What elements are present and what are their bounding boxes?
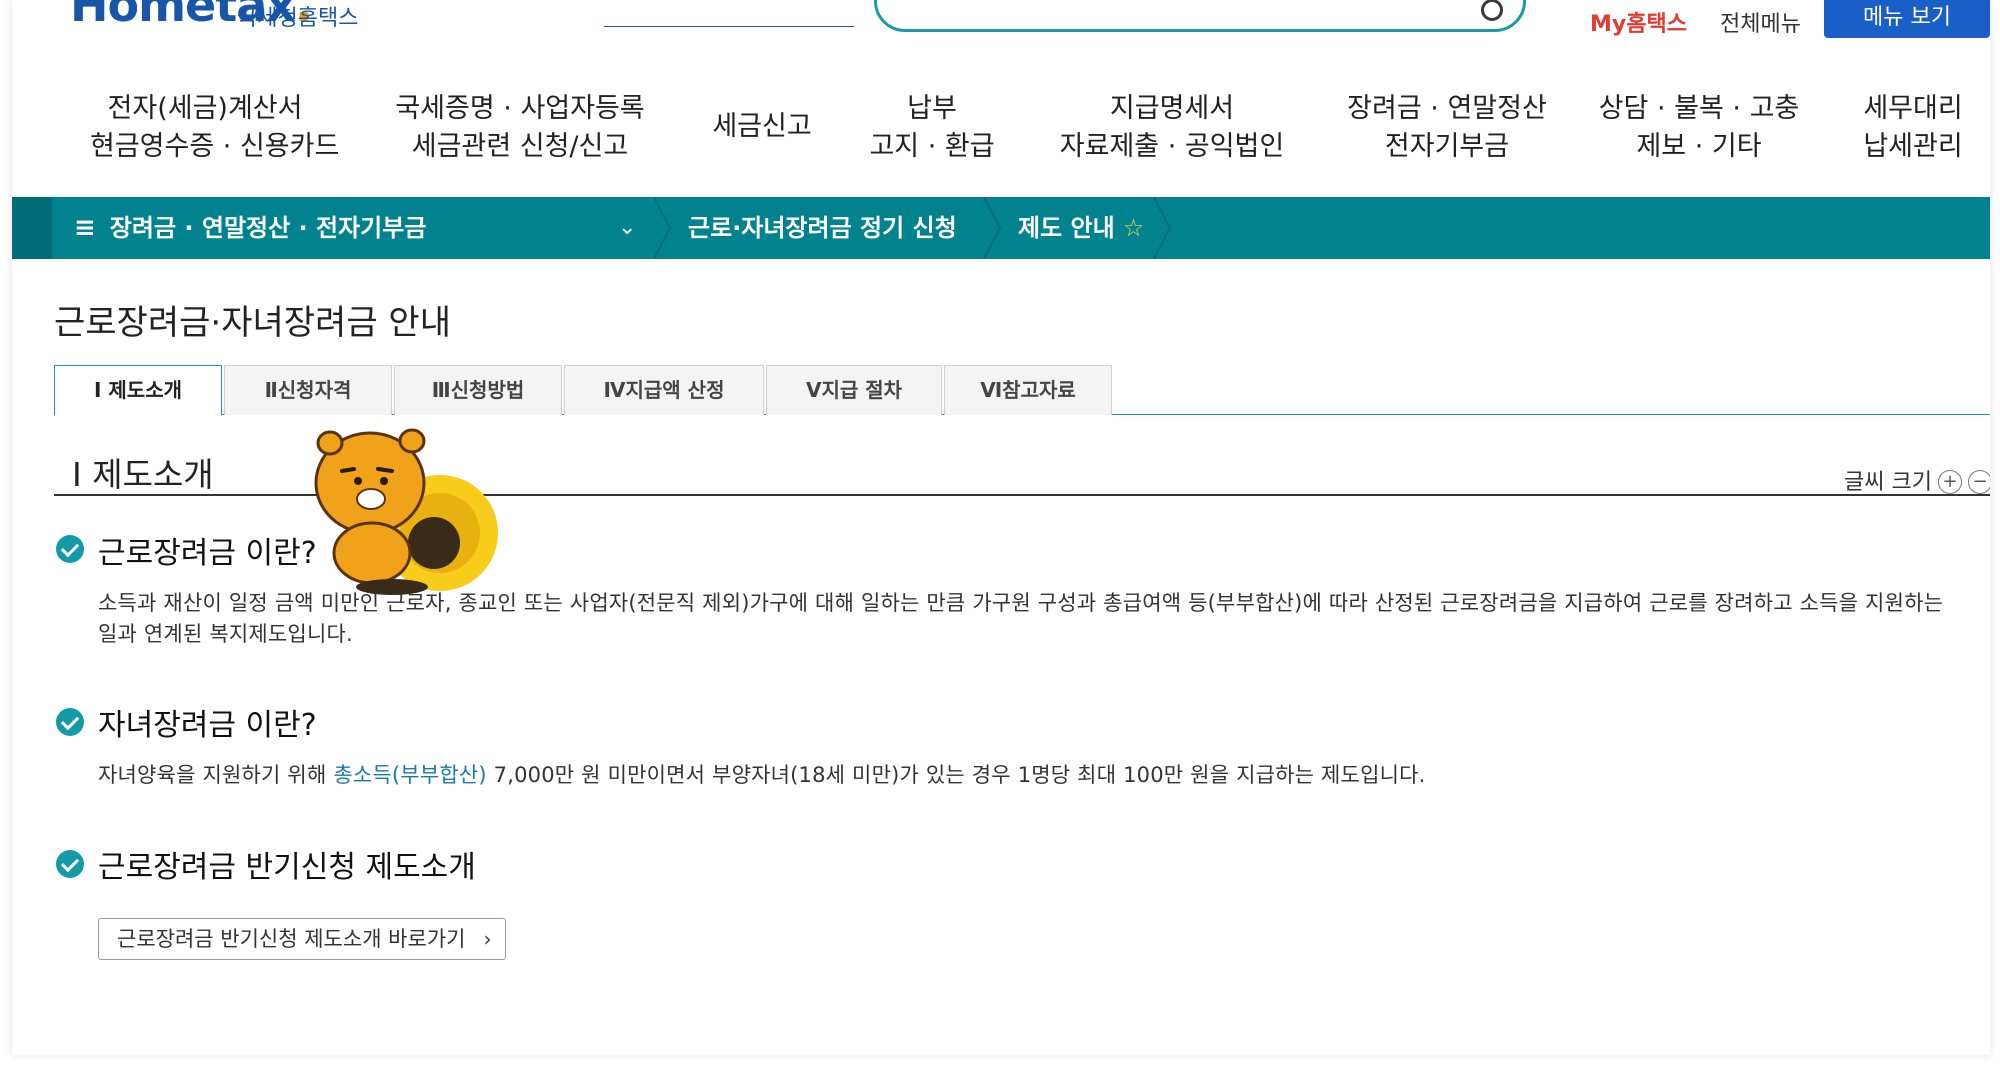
font-size-control: 글씨 크기 + − (1844, 464, 1990, 496)
logo-subtitle: 국세청홈택스 (237, 6, 359, 31)
paragraph-text: 7,000만 원 미만이면서 부양자녀(18세 미만)가 있는 경우 1명당 최… (486, 763, 1426, 787)
gnb-line: 제보 · 기타 (1636, 131, 1762, 162)
main-navigation: 전자(세금)계산서 현금영수증 · 신용카드 국세증명 · 사업자등록 세금관련… (12, 80, 1990, 170)
gnb-line: 고지 · 환급 (869, 131, 995, 162)
button-label: 근로장려금 반기신청 제도소개 바로가기 (117, 927, 466, 951)
gnb-line: 국세증명 · 사업자등록 (395, 93, 645, 124)
gnb-item-payment-statement[interactable]: 지급명세서 자료제출 · 공익법인 (1052, 90, 1292, 166)
location-level3-label: 제도 안내 (1018, 214, 1115, 242)
location-level2[interactable]: 근로·자녀장려금 정기 신청 (688, 197, 957, 259)
section-title: Ⅰ 제도소개 (72, 455, 214, 494)
tab-amount-calculation[interactable]: Ⅳ지급액 산정 (564, 365, 764, 415)
browser-page: Hometax. 국세청홈택스 My홈택스 전체메뉴 메뉴 보기 전자(세금)계… (12, 0, 1990, 1055)
breadcrumb-separator (1152, 196, 1172, 260)
gnb-line: 자료제출 · 공익법인 (1059, 131, 1285, 162)
gnb-line: 전자기부금 (1384, 131, 1510, 162)
check-circle-icon (56, 850, 84, 878)
gnb-line: 현금영수증 · 신용카드 (90, 131, 340, 162)
hamburger-icon: ≡ (74, 213, 96, 243)
chevron-down-icon[interactable]: ⌄ (618, 197, 636, 259)
heading-work-incentive: 근로장려금 이란? (98, 536, 317, 571)
font-size-label: 글씨 크기 (1844, 470, 1932, 495)
tab-references[interactable]: Ⅵ참고자료 (944, 365, 1112, 415)
gnb-line: 납세관리 (1863, 131, 1963, 162)
total-income-link[interactable]: 총소득(부부합산) (333, 763, 486, 787)
tab-application-method[interactable]: Ⅲ신청방법 (394, 365, 562, 415)
gnb-line: 전자(세금)계산서 (107, 93, 303, 124)
favorite-star-icon[interactable]: ☆ (1123, 214, 1145, 242)
search-input[interactable] (874, 0, 1526, 32)
paragraph-text: 자녀양육을 지원하기 위해 (98, 763, 334, 787)
paragraph-child-incentive: 자녀양육을 지원하기 위해 총소득(부부합산) 7,000만 원 미만이면서 부… (98, 760, 1968, 791)
gnb-item-payment[interactable]: 납부 고지 · 환급 (867, 90, 997, 166)
page-title: 근로장려금·자녀장려금 안내 (54, 303, 451, 343)
tab-eligibility[interactable]: Ⅱ신청자격 (224, 365, 392, 415)
lion-head-icon (314, 428, 426, 535)
location-level1-label: 장려금 · 연말정산 · 전자기부금 (109, 214, 427, 242)
gnb-item-tax-agent[interactable]: 세무대리 납세관리 (1848, 90, 1978, 166)
gnb-item-consult[interactable]: 상담 · 불복 · 고충 제보 · 기타 (1594, 90, 1804, 166)
gnb-line: 장려금 · 연말정산 (1347, 93, 1547, 124)
semiannual-intro-button[interactable]: 근로장려금 반기신청 제도소개 바로가기 › (98, 918, 507, 960)
location-bar: ≡ 장려금 · 연말정산 · 전자기부금 ⌄ 근로·자녀장려금 정기 신청 제도 … (12, 196, 1990, 260)
gnb-line: 지급명세서 (1109, 93, 1235, 124)
top-header: Hometax. 국세청홈택스 My홈택스 전체메뉴 메뉴 보기 (12, 0, 1990, 40)
check-circle-icon (56, 708, 84, 736)
gnb-line: 세금관련 신청/신고 (411, 131, 629, 162)
location-bar-edge (12, 197, 52, 259)
gnb-item-incentive[interactable]: 장려금 · 연말정산 전자기부금 (1332, 90, 1562, 166)
gnb-item-e-invoice[interactable]: 전자(세금)계산서 현금영수증 · 신용카드 (90, 90, 340, 166)
my-hometax-link[interactable]: My홈택스 (1590, 6, 1687, 38)
mascot-image (314, 428, 498, 595)
all-menu-link[interactable]: 전체메뉴 (1720, 6, 1801, 38)
font-increase-icon[interactable]: + (1938, 470, 1962, 494)
location-level3: 제도 안내 ☆ (1018, 197, 1144, 259)
gnb-line: 세금신고 (712, 111, 812, 142)
breadcrumb-separator (652, 196, 672, 260)
paragraph-work-incentive: 소득과 재산이 일정 금액 미만인 근로자, 종교인 또는 사업자(전문직 제외… (98, 591, 1944, 646)
search-underline (604, 26, 854, 27)
tab-list: Ⅰ 제도소개 Ⅱ신청자격 Ⅲ신청방법 Ⅳ지급액 산정 Ⅴ지급 절차 Ⅵ참고자료 (54, 365, 1990, 416)
search-icon[interactable] (1481, 0, 1503, 21)
menu-view-button[interactable]: 메뉴 보기 (1824, 0, 1990, 38)
tab-introduction[interactable]: Ⅰ 제도소개 (54, 365, 222, 416)
heading-child-incentive: 자녀장려금 이란? (98, 708, 317, 743)
breadcrumb-separator (982, 196, 1002, 260)
gnb-line: 납부 (907, 93, 957, 124)
gnb-line: 상담 · 불복 · 고충 (1598, 93, 1800, 124)
chevron-right-icon: › (483, 927, 492, 951)
gnb-line: 세무대리 (1863, 93, 1963, 124)
font-decrease-icon[interactable]: − (1968, 470, 1990, 494)
check-circle-icon (56, 535, 84, 563)
heading-semiannual: 근로장려금 반기신청 제도소개 (98, 850, 476, 885)
gnb-item-tax-return[interactable]: 세금신고 (702, 108, 822, 146)
gnb-item-certificate[interactable]: 국세증명 · 사업자등록 세금관련 신청/신고 (390, 90, 650, 166)
location-level1[interactable]: ≡ 장려금 · 연말정산 · 전자기부금 (74, 197, 426, 259)
tab-payment-procedure[interactable]: Ⅴ지급 절차 (766, 365, 942, 415)
